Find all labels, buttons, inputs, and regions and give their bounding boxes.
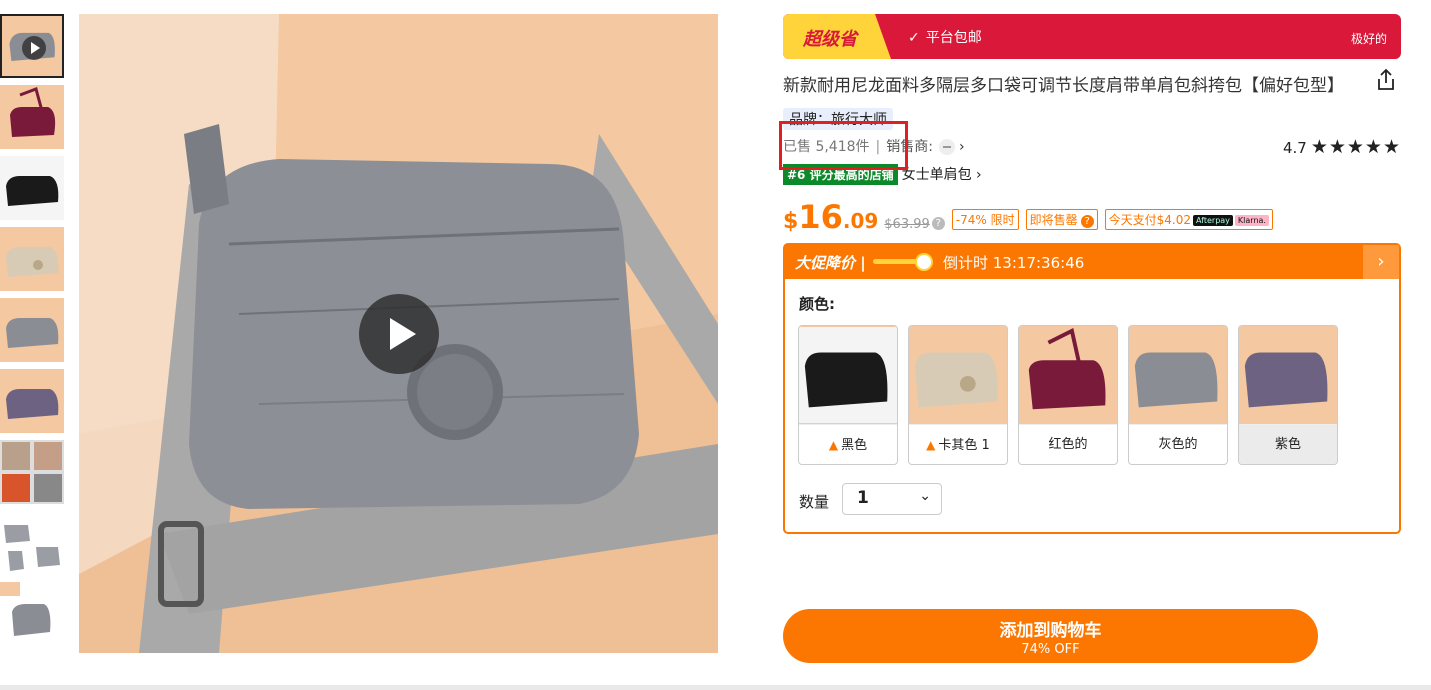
hot-flame-icon: ▲: [926, 438, 936, 452]
main-product-image[interactable]: [79, 14, 718, 653]
countdown-timer: 倒计时 13:17:36:46: [943, 254, 1085, 272]
discount-chip: -74% 限时: [951, 209, 1019, 230]
hot-flame-icon: ▲: [828, 438, 839, 452]
chevron-right-icon[interactable]: ›: [1363, 245, 1399, 279]
chevron-right-icon[interactable]: ›: [959, 139, 965, 155]
clock-icon: [915, 253, 933, 271]
swatch-image: [1019, 326, 1117, 424]
thumbnail-dimensions[interactable]: [0, 511, 64, 575]
thumbnail-grey[interactable]: [0, 298, 64, 362]
chevron-right-icon: ›: [971, 167, 982, 183]
free-shipping-label: 平台包邮: [925, 30, 982, 46]
add-to-cart-label: 添加到购物车: [999, 621, 1102, 641]
swatch-image: [909, 326, 1007, 424]
swatch-label: ▲ 卡其色 1: [909, 424, 1007, 464]
seller-logo-icon[interactable]: [938, 139, 955, 155]
pay-today-label: 今天支付$4.02: [1108, 213, 1191, 227]
play-video-button[interactable]: [359, 294, 439, 374]
swatch-purple[interactable]: 紫色: [1238, 325, 1338, 465]
deal-header[interactable]: 大促降价 | 倒计时 13:17:36:46 ›: [785, 245, 1399, 279]
question-icon: ?: [1080, 215, 1094, 228]
pay-today-chip[interactable]: 今天支付$4.02 Afterpay Klarna.: [1104, 209, 1273, 230]
best-label: 极好的: [1350, 32, 1387, 46]
current-price: $16.09: [783, 198, 878, 236]
afterpay-logo: Afterpay: [1192, 215, 1233, 226]
swatch-khaki[interactable]: ▲ 卡其色 1: [908, 325, 1008, 465]
thumbnail-details[interactable]: [0, 582, 64, 646]
rating-value: 4.7: [1282, 139, 1307, 157]
super-save-label: 超级省: [803, 29, 857, 50]
quantity-select[interactable]: 1 ⌄: [842, 483, 942, 515]
swatch-label: ▲ 黑色: [799, 424, 897, 464]
share-icon[interactable]: [1375, 68, 1397, 92]
thumbnail-model[interactable]: [0, 440, 64, 504]
price-integer: 16: [798, 198, 843, 236]
thumbnail-black[interactable]: [0, 156, 64, 220]
rating[interactable]: 4.7 ★★★★★: [1283, 136, 1401, 158]
play-icon: [390, 318, 416, 350]
product-title: 新款耐用尼龙面料多隔层多口袋可调节长度肩带单肩包斜挎包【偏好包型】: [783, 76, 1344, 96]
product-page: 超级省 ✓ 平台包邮 极好的 新款耐用尼龙面料多隔层多口袋可调节长度肩带单肩包斜挎…: [0, 0, 1431, 690]
price-decimal: .09: [842, 209, 879, 233]
free-shipping: ✓ 平台包邮: [908, 27, 982, 47]
price-currency: $: [783, 209, 799, 234]
swatch-image: [1129, 326, 1227, 424]
super-save-badge: 超级省: [783, 14, 891, 59]
swatch-label: 灰色的: [1129, 424, 1227, 464]
original-price: $63.99: [884, 217, 930, 232]
price-row: $16.09 $63.99? -74% 限时 即将售罄? 今天支付$4.02 Afterp…: [783, 198, 1401, 236]
swatch-image: [1239, 326, 1337, 424]
swatch-image: [799, 326, 897, 424]
thumbnail-video[interactable]: [0, 14, 64, 78]
check-icon: ✓: [908, 30, 920, 46]
annotation-highlight-box: [779, 121, 908, 170]
play-icon: [22, 36, 46, 60]
selling-fast-label: 即将售罄: [1029, 213, 1078, 227]
thumbnail-red[interactable]: [0, 85, 64, 149]
chevron-down-icon: ⌄: [919, 488, 931, 504]
thumbnail-purple[interactable]: [0, 369, 64, 433]
selling-fast-chip[interactable]: 即将售罄?: [1025, 209, 1098, 230]
swatch-black[interactable]: ▲ 黑色: [798, 325, 898, 465]
thumbnail-khaki[interactable]: [0, 227, 64, 291]
quantity-label: 数量: [799, 493, 830, 511]
question-icon[interactable]: ?: [931, 217, 945, 230]
rank-category: 女士单肩包: [901, 167, 972, 183]
thumbnail-strip: [0, 14, 66, 653]
sold-seller-row: 已售 5,418件 | 销售商: › 4.7 ★★★★★: [779, 121, 1401, 170]
swatch-label: 紫色: [1239, 424, 1337, 464]
swatch-label: 红色的: [1019, 424, 1117, 464]
deal-box: 大促降价 | 倒计时 13:17:36:46 › 颜色: ▲ 黑色 ▲ 卡其色 1: [783, 243, 1401, 534]
swatch-grey[interactable]: 灰色的: [1128, 325, 1228, 465]
promo-banner: 超级省 ✓ 平台包邮 极好的: [783, 14, 1401, 59]
swatch-red[interactable]: 红色的: [1018, 325, 1118, 465]
klarna-logo: Klarna.: [1234, 215, 1269, 226]
color-label: 颜色:: [799, 295, 835, 313]
star-icons: ★★★★★: [1310, 136, 1401, 158]
quantity-value: 1: [857, 488, 869, 508]
product-info: 超级省 ✓ 平台包邮 极好的 新款耐用尼龙面料多隔层多口袋可调节长度肩带单肩包斜挎…: [779, 14, 1401, 534]
big-sale-label: 大促降价 |: [795, 254, 866, 272]
add-to-cart-button[interactable]: 添加到购物车 74% OFF: [783, 609, 1318, 663]
add-to-cart-discount: 74% OFF: [1021, 642, 1080, 657]
divider: [0, 685, 1431, 690]
